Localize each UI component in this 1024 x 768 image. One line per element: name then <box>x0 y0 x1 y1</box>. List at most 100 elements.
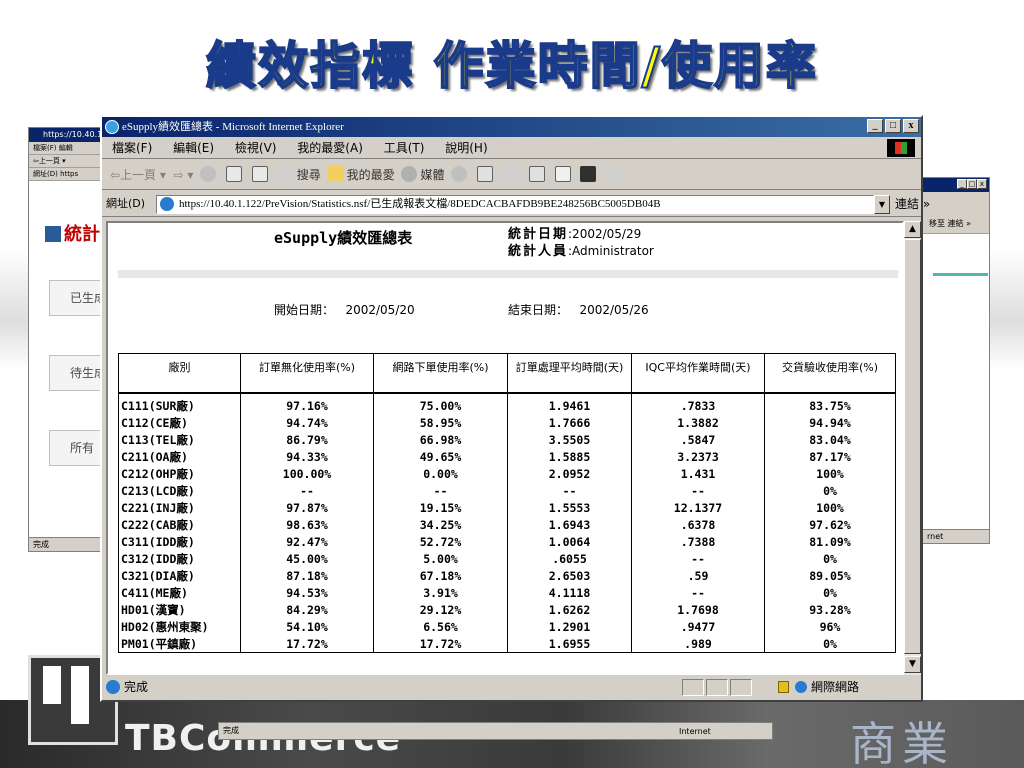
address-dropdown-icon[interactable]: ▼ <box>874 195 890 214</box>
bg-right-status: rnet <box>923 529 989 543</box>
status-cell <box>682 679 704 696</box>
start-date: 開始日期： 2002/05/20 <box>274 301 415 318</box>
browser-window[interactable]: eSupply績效匯總表 - Microsoft Internet Explor… <box>100 115 930 702</box>
value-cell: 17.72% <box>241 635 374 652</box>
value-cell: 3.2373 <box>632 448 765 465</box>
start-date-value: 2002/05/20 <box>345 303 415 317</box>
back-button[interactable]: ⇦上一頁 ▾ <box>110 168 166 182</box>
table-row: C212(OHP廠) 100.00% 0.00% 2.0952 1.431 100% <box>119 465 895 482</box>
tools-icon[interactable] <box>606 166 623 182</box>
plant-cell: C311(IDD廠) <box>119 533 241 550</box>
stat-date-label: 統計日期 <box>508 227 569 242</box>
col-header-online-order-rate: 網路下單使用率(%) <box>374 354 508 394</box>
table-row: C411(ME廠) 94.53% 3.91% 4.1118 -- 0% <box>119 584 895 601</box>
forward-button[interactable]: ⇨ ▾ <box>170 168 194 182</box>
status-bar: 完成 網際網路 <box>102 677 921 698</box>
value-cell: 34.25% <box>374 516 508 533</box>
value-cell: 84.29% <box>241 601 374 618</box>
end-date: 結束日期： 2002/05/26 <box>508 301 649 318</box>
scroll-thumb[interactable] <box>904 239 921 654</box>
bg-right-menubar <box>923 192 989 214</box>
plant-cell: C212(OHP廠) <box>119 465 241 482</box>
close-button[interactable]: x <box>903 119 919 133</box>
status-text: 完成 <box>124 680 149 694</box>
value-cell: 1.5885 <box>508 448 632 465</box>
background-window-left[interactable]: https://10.40.1.1 檔案(F) 編輯 ⇦上一頁 ▾ 網址(D) … <box>28 127 129 552</box>
home-icon[interactable] <box>251 166 268 182</box>
value-cell: 98.63% <box>241 516 374 533</box>
table-row: HD01(漢寶) 84.29% 29.12% 1.6262 1.7698 93.28% <box>119 601 895 618</box>
address-input[interactable]: https://10.40.1.122/PreVision/Statistics… <box>156 195 874 214</box>
value-cell: 1.3882 <box>632 414 765 431</box>
value-cell: 92.47% <box>241 533 374 550</box>
search-button[interactable]: 搜尋 <box>275 166 321 182</box>
value-cell: 66.98% <box>374 431 508 448</box>
value-cell: 97.62% <box>809 517 851 532</box>
value-cell: .9477 <box>632 618 765 635</box>
value-cell: 100.00% <box>241 465 374 482</box>
menu-tools[interactable]: 工具(T) <box>384 141 425 155</box>
favorites-button[interactable]: 我的最愛 <box>325 166 395 182</box>
plant-cell: HD01(漢寶) <box>119 601 241 618</box>
page-done-icon <box>106 680 120 694</box>
plant-cell: HD02(惠州東聚) <box>119 618 241 635</box>
value-cell: 19.15% <box>374 499 508 516</box>
bg-left-status: 完成 <box>29 537 109 551</box>
slide-title: 績效指標 作業時間/使用率 <box>205 36 818 96</box>
menu-favorites[interactable]: 我的最愛(A) <box>297 141 363 155</box>
stop-icon[interactable] <box>200 166 217 182</box>
scroll-down-icon[interactable]: ▼ <box>904 656 921 673</box>
history-icon[interactable] <box>451 166 468 182</box>
col-header-iqc-time: IQC平均作業時間(天) <box>632 354 765 394</box>
value-cell: 2.6503 <box>508 567 632 584</box>
links-button[interactable]: 連結 » <box>895 191 930 217</box>
bg-bottom-zone: Internet <box>679 727 711 736</box>
value-cell: 1.7698 <box>632 601 765 618</box>
background-window-right[interactable]: _ □ x 移至 連結 » rnet <box>922 177 990 544</box>
col-header-plant: 廠別 <box>119 354 241 394</box>
address-bar: 網址(D) https://10.40.1.122/PreVision/Stat… <box>102 191 930 217</box>
value-cell: 3.5505 <box>508 431 632 448</box>
favorites-icon <box>327 166 344 182</box>
value-cell: 1.6955 <box>508 635 632 652</box>
mail-icon[interactable] <box>477 166 494 182</box>
value-cell: 94.94% <box>809 415 851 430</box>
menu-help[interactable]: 說明(H) <box>445 141 487 155</box>
value-cell: 83.04% <box>809 432 851 447</box>
maximize-button[interactable]: □ <box>885 119 901 133</box>
plant-cell: C221(INJ廠) <box>119 499 241 516</box>
value-cell: 3.91% <box>374 584 508 601</box>
bg-right-address: 移至 連結 » <box>923 214 989 234</box>
scroll-up-icon[interactable]: ▲ <box>904 221 921 238</box>
media-button[interactable]: 媒體 <box>398 166 444 182</box>
value-cell: 75.00% <box>374 394 508 414</box>
value-cell: 29.12% <box>374 601 508 618</box>
windows-logo-icon <box>887 139 915 157</box>
report-divider <box>118 270 898 278</box>
menu-view[interactable]: 檢視(V) <box>235 141 277 155</box>
refresh-icon[interactable] <box>226 166 243 182</box>
edit-icon[interactable] <box>528 166 545 182</box>
report-title: eSupply績效匯總表 <box>274 229 413 247</box>
value-cell: -- <box>632 584 765 601</box>
minimize-button[interactable]: _ <box>867 119 883 133</box>
value-cell: 1.5553 <box>508 499 632 516</box>
value-cell: 1.9461 <box>508 394 632 414</box>
menu-edit[interactable]: 編輯(E) <box>173 141 214 155</box>
value-cell: 1.7666 <box>508 414 632 431</box>
value-cell: 58.95% <box>374 414 508 431</box>
browser-titlebar[interactable]: eSupply績效匯總表 - Microsoft Internet Explor… <box>102 117 921 137</box>
table-row: PM01(平鎮廠) 17.72% 17.72% 1.6955.989 0% <box>119 635 895 652</box>
table-row: C321(DIA廠) 87.18% 67.18% 2.6503.59 89.05% <box>119 567 895 584</box>
vertical-scrollbar[interactable]: ▲ ▼ <box>904 221 921 675</box>
print-icon[interactable] <box>502 166 519 182</box>
value-cell: 86.79% <box>241 431 374 448</box>
value-cell: 12.1377 <box>632 499 765 516</box>
plant-cell: C112(CE廠) <box>119 414 241 431</box>
status-cell <box>706 679 728 696</box>
bg-right-controls[interactable]: _ □ x <box>957 179 987 189</box>
stat-date-value: :2002/05/29 <box>568 227 642 241</box>
messenger-icon[interactable] <box>580 166 597 182</box>
menu-file[interactable]: 檔案(F) <box>112 141 152 155</box>
discuss-icon[interactable] <box>554 166 571 182</box>
